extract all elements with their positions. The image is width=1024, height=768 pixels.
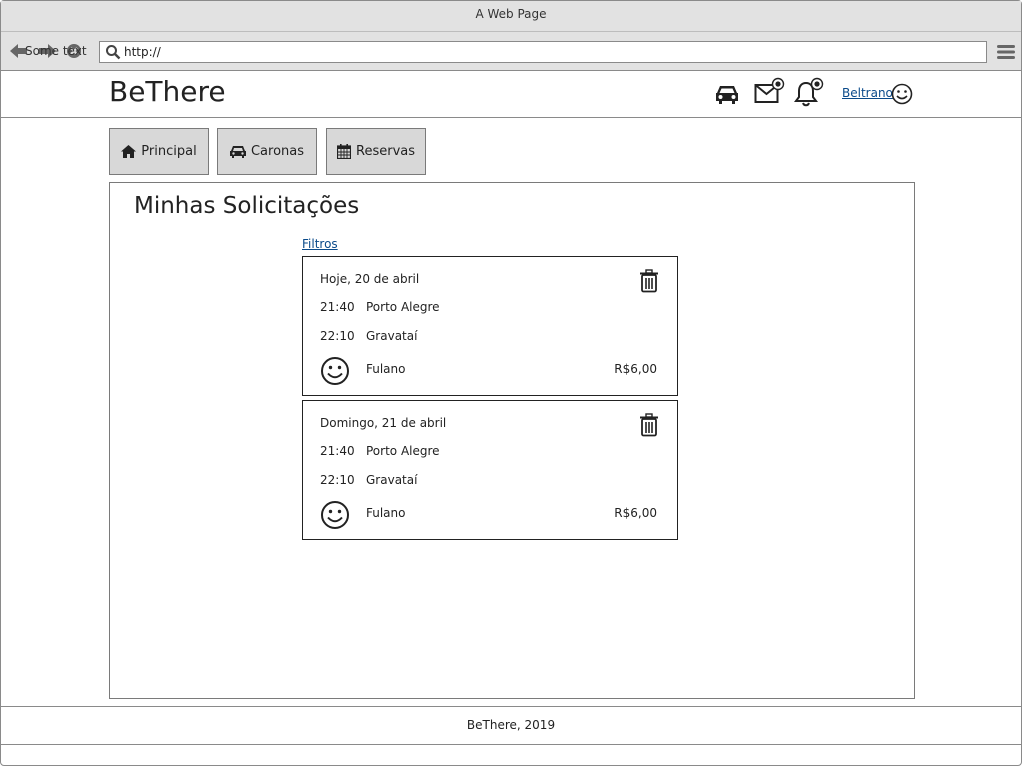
window-title-bar: A Web Page: [1, 1, 1021, 32]
driver-avatar-smiley-icon: [321, 357, 349, 385]
browser-toolbar: Some text: [1, 32, 1021, 71]
request-date: Domingo, 21 de abril: [320, 416, 447, 430]
car-icon[interactable]: [714, 83, 740, 105]
car-icon: [229, 146, 246, 158]
mail-icon[interactable]: [754, 77, 788, 105]
request-card: Domingo, 21 de abril 21:40 Porto Alegre …: [302, 400, 678, 540]
footer-text: BeThere, 2019: [466, 718, 556, 732]
main-panel: Minhas Solicitações Filtros Hoje, 20 de …: [109, 182, 915, 699]
depart-time: 21:40: [320, 300, 355, 314]
arrive-time: 22:10: [320, 473, 355, 487]
hamburger-menu-icon[interactable]: [997, 44, 1015, 60]
bell-icon[interactable]: [793, 77, 827, 107]
driver-avatar-smiley-icon: [321, 501, 349, 529]
request-card: Hoje, 20 de abril 21:40 Porto Alegre 22:…: [302, 256, 678, 396]
home-icon: [121, 145, 137, 158]
address-bar[interactable]: [99, 41, 987, 63]
url-input[interactable]: [124, 44, 964, 60]
tab-label: Caronas: [250, 144, 305, 159]
app-header: BeThere Beltrano: [1, 71, 1021, 118]
brand-logo[interactable]: BeThere: [109, 75, 226, 108]
search-icon: [106, 45, 121, 60]
user-name-link[interactable]: Beltrano: [842, 86, 893, 100]
driver-name: Fulano: [366, 506, 406, 520]
ride-price: R$6,00: [614, 506, 657, 520]
page-footer: BeThere, 2019: [1, 706, 1021, 745]
ride-price: R$6,00: [614, 362, 657, 376]
origin-city: Porto Alegre: [366, 300, 440, 314]
arrive-time: 22:10: [320, 329, 355, 343]
smiley-icon[interactable]: [891, 83, 913, 105]
filters-link[interactable]: Filtros: [302, 237, 338, 251]
trash-icon[interactable]: [639, 269, 659, 293]
calendar-icon: [337, 144, 351, 159]
window-title: A Web Page: [475, 7, 547, 21]
overlay-text: Some text: [25, 44, 87, 58]
tab-label: Principal: [141, 144, 197, 159]
destination-city: Gravataí: [366, 473, 418, 487]
tab-reservas[interactable]: Reservas: [326, 128, 426, 175]
page-title: Minhas Solicitações: [134, 193, 360, 219]
tab-principal[interactable]: Principal: [109, 128, 209, 175]
driver-name: Fulano: [366, 362, 406, 376]
tab-label: Reservas: [356, 144, 415, 159]
destination-city: Gravataí: [366, 329, 418, 343]
trash-icon[interactable]: [639, 413, 659, 437]
request-date: Hoje, 20 de abril: [320, 272, 420, 286]
depart-time: 21:40: [320, 444, 355, 458]
tab-caronas[interactable]: Caronas: [217, 128, 317, 175]
origin-city: Porto Alegre: [366, 444, 440, 458]
